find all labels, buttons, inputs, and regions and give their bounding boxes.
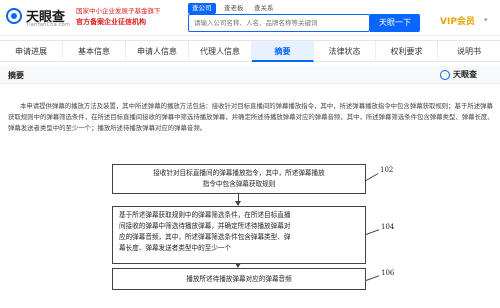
search-tab-boss[interactable]: 查老板 bbox=[224, 3, 244, 14]
flow-step-106-line1: 播放所述待播放弹幕对应的弹幕音频 bbox=[186, 275, 292, 283]
flow-step-102-line2: 指令中包含弹幕获取规则 bbox=[202, 180, 276, 188]
chevron-down-icon[interactable]: ▾ bbox=[484, 16, 488, 24]
eye-watermark-icon bbox=[440, 70, 450, 80]
tab-applicant-info[interactable]: 申请人信息 bbox=[126, 41, 189, 62]
ref-leader-102 bbox=[365, 173, 379, 181]
flow-step-104-line1: 基于所述弹幕获取规则中的弹幕筛选条件，在所述目标直播 bbox=[119, 211, 291, 219]
section-title: 摘要 bbox=[8, 71, 24, 80]
watermark-text: 天眼查 bbox=[453, 70, 477, 79]
flow-step-102-line1: 接收针对目标直播间的弹幕播放指令，其中，所述弹幕播放 bbox=[153, 169, 325, 177]
badge-line2: 官方备案企业征信机构 bbox=[76, 18, 146, 26]
badge-line1: 国家中小企业发展子基金旗下 bbox=[76, 7, 161, 15]
ref-label-102: 102 bbox=[380, 166, 394, 174]
tab-abstract[interactable]: 摘要 bbox=[252, 41, 314, 62]
tianyancha-logo[interactable]: 天眼查 TianYanCha.com bbox=[6, 5, 74, 31]
tab-basic-info[interactable]: 基本信息 bbox=[63, 41, 126, 62]
tab-description[interactable]: 说明书 bbox=[438, 41, 500, 62]
search-input[interactable] bbox=[194, 15, 364, 30]
search-tab-relation[interactable]: 查关系 bbox=[254, 3, 274, 14]
eye-logo-icon bbox=[6, 8, 22, 24]
flow-arrow-2 bbox=[235, 263, 241, 268]
flow-step-104-line4: 幕长度、弹幕发送者类型中的至少一个 bbox=[119, 244, 232, 252]
flow-step-104-line2: 间接收的弹幕中筛选待播放弹幕，并确定所述待播放弹幕对 bbox=[119, 222, 291, 230]
credential-badge: 国家中小企业发展子基金旗下 官方备案企业征信机构 bbox=[76, 6, 176, 30]
search-button[interactable]: 天眼一下 bbox=[370, 14, 420, 32]
ref-leader-106 bbox=[365, 275, 380, 281]
tab-claims[interactable]: 权利要求 bbox=[376, 41, 438, 62]
ref-label-104: 104 bbox=[381, 223, 395, 231]
flow-step-104-line3: 应的弹幕音频，其中，所述弹幕筛选条件包含弹幕类型、弹 bbox=[119, 233, 291, 241]
tab-legal-status[interactable]: 法律状态 bbox=[314, 41, 376, 62]
abstract-text: 本申请提供弹幕的播放方法及装置，其中所述弹幕的播放方法包括：接收针对目标直播间的… bbox=[8, 102, 494, 132]
patent-tabs: 申请进展 基本信息 申请人信息 代理人信息 摘要 法律状态 权利要求 说明书 bbox=[0, 40, 500, 62]
tab-application-progress[interactable]: 申请进展 bbox=[0, 41, 63, 62]
top-header: 天眼查 TianYanCha.com 国家中小企业发展子基金旗下 官方备案企业征… bbox=[0, 0, 500, 36]
tab-agent-info[interactable]: 代理人信息 bbox=[189, 41, 252, 62]
flow-step-104: 基于所述弹幕获取规则中的弹幕筛选条件，在所述目标直播 间接收的弹幕中筛选待播放弹… bbox=[112, 206, 366, 264]
abstract-section-header: 摘要 天眼查 bbox=[0, 66, 500, 84]
search-tab-company[interactable]: 查公司 bbox=[188, 3, 216, 14]
flow-step-106: 播放所述待播放弹幕对应的弹幕音频 bbox=[112, 268, 366, 290]
ref-leader-104 bbox=[365, 229, 380, 235]
abstract-flowchart: 接收针对目标直播间的弹幕播放指令，其中，所述弹幕播放 指令中包含弹幕获取规则 基… bbox=[0, 156, 500, 308]
vip-link[interactable]: VIP会员 bbox=[440, 14, 475, 27]
flow-arrow-1 bbox=[235, 194, 241, 206]
ref-label-106: 106 bbox=[381, 269, 395, 277]
logo-subtext: TianYanCha.com bbox=[26, 22, 70, 28]
search-box bbox=[188, 14, 370, 32]
flow-step-102: 接收针对目标直播间的弹幕播放指令，其中，所述弹幕播放 指令中包含弹幕获取规则 bbox=[112, 164, 366, 194]
